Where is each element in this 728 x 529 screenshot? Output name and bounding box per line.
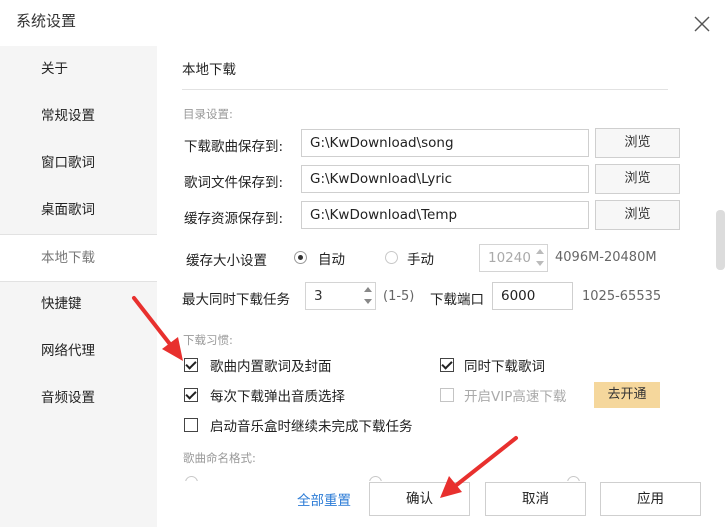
browse-lyric-button[interactable]: 浏览 [595,164,680,194]
resume-tasks-checkbox[interactable] [184,418,198,432]
cache-path-label: 缓存资源保存到: [184,211,284,227]
title-bar: 系统设置 [0,0,728,44]
embed-lyrics-label: 歌曲内置歌词及封面 [210,359,332,375]
cache-size-label: 缓存大小设置 [186,253,267,269]
max-tasks-stepper[interactable]: 3 [305,282,376,310]
sidebar-item-proxy[interactable]: 网络代理 [0,328,157,374]
song-path-field[interactable]: G:\KwDownload\song [301,129,589,157]
sidebar-item-shortcuts[interactable]: 快捷键 [0,281,157,327]
apply-button[interactable]: 应用 [600,482,701,516]
sidebar-item-about[interactable]: 关于 [0,46,157,92]
cache-auto-radio[interactable] [294,251,307,264]
cache-size-range: 4096M-20480M [555,250,657,265]
port-range: 1025-65535 [582,289,662,304]
naming-group-label: 歌曲命名格式: [183,451,256,465]
sidebar-item-label: 音频设置 [41,390,95,406]
quality-popup-label: 每次下载弹出音质选择 [210,389,345,405]
sidebar-item-desktop-lyrics[interactable]: 桌面歌词 [0,187,157,233]
cache-size-value: 10240 [488,250,531,266]
habits-group-label: 下载习惯: [183,333,233,347]
settings-content: 本地下载 目录设置: 下载歌曲保存到: G:\KwDownload\song 浏… [157,46,717,481]
sidebar-item-local-download[interactable]: 本地下载 [0,234,157,282]
close-icon[interactable] [690,12,714,36]
sidebar-item-window-lyrics[interactable]: 窗口歌词 [0,140,157,186]
cancel-button[interactable]: 取消 [485,482,586,516]
port-label: 下载端口 [430,292,484,308]
embed-lyrics-checkbox[interactable] [184,358,198,372]
sidebar-item-audio[interactable]: 音频设置 [0,375,157,421]
settings-sidebar: 关于 常规设置 窗口歌词 桌面歌词 本地下载 快捷键 网络代理 音频设置 [0,46,157,527]
section-title: 本地下载 [182,62,236,78]
section-divider [182,89,668,90]
quality-popup-checkbox[interactable] [184,388,198,402]
confirm-button[interactable]: 确认 [369,482,470,516]
lyric-path-label: 歌词文件保存到: [184,175,284,191]
cache-manual-radio[interactable] [385,251,398,264]
max-tasks-value: 3 [314,288,323,304]
vip-download-checkbox[interactable] [440,388,454,402]
directory-group-label: 目录设置: [183,107,233,121]
cache-manual-label: 手动 [407,252,434,268]
stepper-arrows-icon[interactable] [535,247,545,269]
sidebar-item-label: 快捷键 [41,296,82,312]
dialog-footer: 全部重置 确认 取消 应用 [157,481,717,527]
sidebar-item-label: 常规设置 [41,108,95,124]
vip-open-button[interactable]: 去开通 [594,382,660,408]
stepper-arrows-icon[interactable] [363,285,373,307]
max-tasks-label: 最大同时下载任务 [182,292,290,308]
vip-download-label: 开启VIP高速下载 [464,389,567,405]
reset-all-link[interactable]: 全部重置 [297,489,351,509]
resume-tasks-label: 启动音乐盒时继续未完成下载任务 [210,419,413,435]
sidebar-item-label: 网络代理 [41,343,95,359]
browse-cache-button[interactable]: 浏览 [595,200,680,230]
max-tasks-range: (1-5) [383,289,415,304]
sidebar-item-general[interactable]: 常规设置 [0,93,157,139]
port-field[interactable]: 6000 [492,282,573,310]
scrollbar-thumb[interactable] [716,210,725,270]
song-path-label: 下载歌曲保存到: [184,139,284,155]
sidebar-item-label: 关于 [41,61,68,77]
sidebar-item-label: 窗口歌词 [41,155,95,171]
cache-auto-label: 自动 [318,252,345,268]
cache-size-stepper[interactable]: 10240 [479,244,548,272]
download-lyrics-label: 同时下载歌词 [464,359,545,375]
window-title: 系统设置 [16,12,77,30]
cache-path-field[interactable]: G:\KwDownload\Temp [301,201,589,229]
lyric-path-field[interactable]: G:\KwDownload\Lyric [301,165,589,193]
browse-song-button[interactable]: 浏览 [595,128,680,158]
download-lyrics-checkbox[interactable] [440,358,454,372]
sidebar-item-label: 本地下载 [41,250,95,266]
sidebar-item-label: 桌面歌词 [41,202,95,218]
